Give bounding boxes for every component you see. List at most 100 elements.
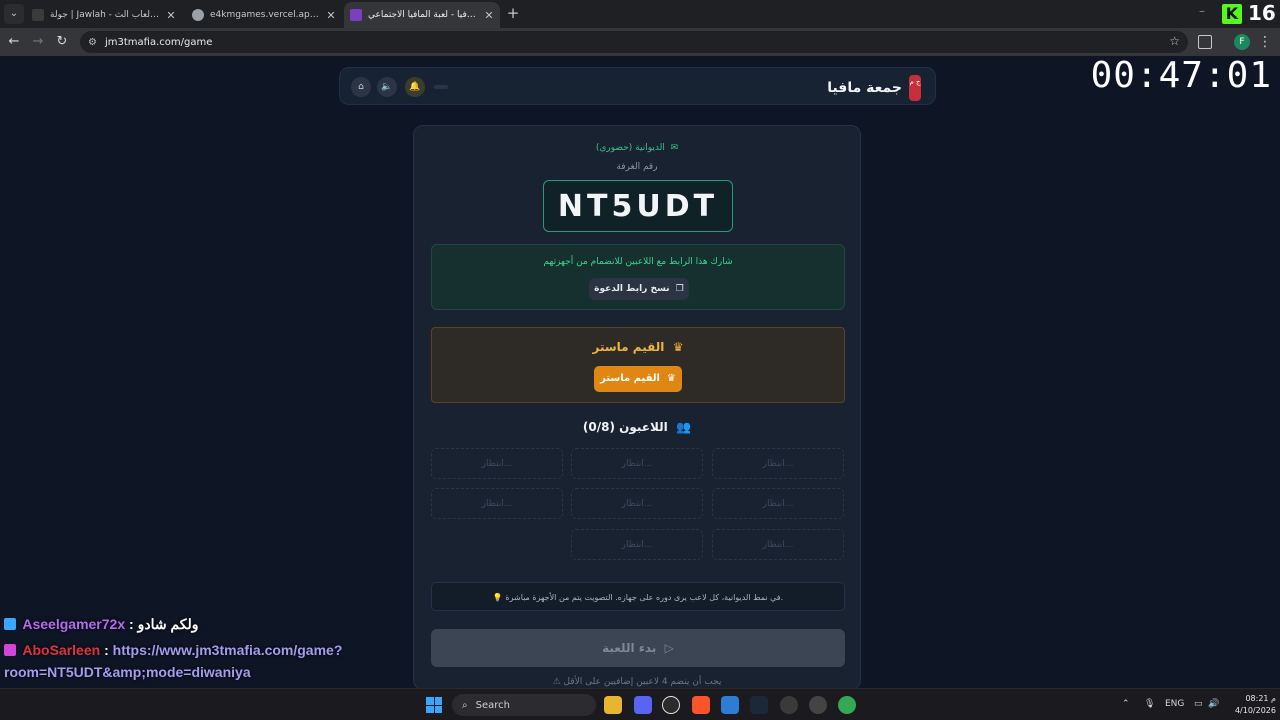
steam-icon[interactable] bbox=[750, 696, 768, 714]
chat-text: ولكم شادو bbox=[137, 616, 199, 632]
chat-sep: : bbox=[125, 616, 138, 632]
room-card: الديوانية (حضوري) ✉ رقم الغرفة NT5UDT شا… bbox=[413, 125, 861, 690]
crown-icon: ♛ bbox=[668, 340, 684, 354]
brand[interactable]: جمعة مافيا ج م bbox=[827, 75, 921, 101]
start-button-label: بدء اللعبة bbox=[602, 641, 657, 655]
crown-icon: ♛ bbox=[663, 373, 676, 384]
browser-tab-e4kmgames[interactable]: e4kmgames.vercel.app/games/ ✕ bbox=[186, 2, 342, 28]
tab-title: جمعة مافيا - لعبة المافيا الاجتماعي bbox=[368, 10, 478, 20]
chrome-icon[interactable] bbox=[838, 696, 856, 714]
chat-link[interactable]: room=NT5UDT&amp;mode=diwaniya bbox=[4, 664, 251, 680]
header-indicator bbox=[434, 85, 448, 89]
bell-icon[interactable]: 🔔 bbox=[405, 77, 425, 97]
browser-toolbar: ← → ↻ ⚙ jm3tmafia.com/game ☆ F ⋮ bbox=[0, 28, 1280, 56]
jawlah-favicon-icon bbox=[32, 9, 44, 21]
min-players-warning: ⚠ يجب أن ينضم 4 لاعبين إضافيين على الأقل bbox=[552, 677, 722, 687]
profile-avatar[interactable]: F bbox=[1234, 34, 1250, 50]
chat-message: AboSarleen : https://www.jm3tmafia.com/g… bbox=[4, 642, 342, 658]
game-master-box: القيم ماستر ♛ القيم ماستر ♛ bbox=[431, 327, 845, 403]
search-icon: ⌕ bbox=[462, 699, 468, 711]
chat-username: Aseelgamer72x bbox=[22, 616, 126, 632]
mode-tip: 💡 في نمط الديوانية، كل لاعب يرى دوره على… bbox=[431, 582, 845, 611]
clock-date: 4/10/2026 bbox=[1234, 706, 1276, 715]
app-icon[interactable] bbox=[809, 696, 827, 714]
stream-timer: 00:47:01 bbox=[1090, 55, 1272, 96]
player-slot: انتظار... bbox=[571, 488, 703, 519]
browser-tab-mafia[interactable]: جمعة مافيا - لعبة المافيا الاجتماعي ✕ bbox=[344, 2, 500, 28]
obs-icon[interactable] bbox=[662, 696, 680, 714]
kick-logo: K bbox=[1222, 4, 1242, 24]
new-tab-button[interactable]: + bbox=[504, 4, 522, 22]
reload-icon[interactable]: ↻ bbox=[52, 32, 72, 52]
address-bar[interactable]: ⚙ jm3tmafia.com/game ☆ bbox=[80, 31, 1188, 53]
gm-button-label: القيم ماستر bbox=[600, 373, 660, 384]
copy-invite-button[interactable]: نسخ رابط الدعوة ❐ bbox=[589, 278, 689, 300]
player-slot: انتظار... bbox=[712, 529, 844, 560]
volume-icon[interactable]: 🔊 bbox=[1208, 699, 1219, 709]
share-text: شارك هذا الرابط مع اللاعبين للانضمام من … bbox=[543, 257, 733, 267]
room-label: رقم الغرفة bbox=[616, 162, 658, 172]
gm-title-text: القيم ماستر bbox=[592, 340, 665, 354]
mode-label: الديوانية (حضوري) ✉ bbox=[414, 143, 860, 153]
game-master-title: القيم ماستر ♛ bbox=[432, 340, 844, 354]
player-slot: انتظار... bbox=[571, 448, 703, 479]
more-menu-icon[interactable]: ⋮ bbox=[1258, 33, 1272, 51]
tab-search-button[interactable]: ⌄ bbox=[4, 4, 24, 24]
chat-username: AboSarleen bbox=[22, 642, 101, 658]
windows-start-icon[interactable] bbox=[426, 697, 442, 713]
settings-icon[interactable] bbox=[780, 696, 798, 714]
taskbar-search[interactable]: ⌕ Search bbox=[452, 694, 596, 716]
close-icon[interactable]: ✕ bbox=[166, 9, 176, 22]
brand-name: جمعة مافيا bbox=[827, 80, 902, 96]
users-icon: 👥 bbox=[671, 420, 692, 434]
chat-link[interactable]: https://www.jm3tmafia.com/game? bbox=[113, 642, 343, 658]
language-indicator[interactable]: ENG bbox=[1165, 699, 1184, 709]
browser-tab-jawlah[interactable]: جولة | Jawlah - منصة الألعاب الث ✕ bbox=[26, 2, 182, 28]
copy-button-label: نسخ رابط الدعوة bbox=[594, 284, 670, 294]
windows-taskbar: ⌕ Search ⌃ 🎙 ENG ▭ 🔊 08:21 م 4/10/2026 bbox=[0, 688, 1280, 720]
file-explorer-icon[interactable] bbox=[604, 696, 622, 714]
url-text: jm3tmafia.com/game bbox=[104, 36, 213, 48]
viewer-count: 16 bbox=[1248, 1, 1276, 25]
home-icon[interactable]: ⌂ bbox=[351, 77, 371, 97]
tab-title: جولة | Jawlah - منصة الألعاب الث bbox=[50, 10, 160, 20]
chat-message-continued: room=NT5UDT&amp;mode=diwaniya bbox=[4, 664, 251, 680]
microphone-badge-icon bbox=[4, 644, 16, 656]
start-game-button[interactable]: بدء اللعبة ▷ bbox=[431, 629, 845, 667]
microphone-icon[interactable]: 🎙 bbox=[1144, 699, 1155, 709]
chat-badge-icon bbox=[4, 618, 16, 630]
tray-chevron-icon[interactable]: ⌃ bbox=[1122, 699, 1130, 709]
player-slot: انتظار... bbox=[712, 488, 844, 519]
discord-icon[interactable] bbox=[634, 696, 652, 714]
brave-icon[interactable] bbox=[692, 696, 710, 714]
site-info-icon[interactable]: ⚙ bbox=[88, 37, 97, 48]
close-icon[interactable]: ✕ bbox=[484, 9, 494, 22]
mafia-favicon-icon bbox=[350, 9, 362, 21]
back-arrow-icon[interactable]: ← bbox=[4, 32, 24, 52]
app-icon[interactable] bbox=[721, 696, 739, 714]
extensions-icon[interactable] bbox=[1198, 35, 1212, 49]
share-box: شارك هذا الرابط مع اللاعبين للانضمام من … bbox=[431, 244, 845, 310]
sound-icon[interactable]: 🔈 bbox=[377, 77, 397, 97]
play-icon: ▷ bbox=[660, 641, 674, 655]
copy-icon: ❐ bbox=[672, 284, 684, 294]
minimize-icon[interactable]: – bbox=[1196, 5, 1208, 18]
mode-text: الديوانية (حضوري) bbox=[595, 143, 665, 153]
room-code: NT5UDT bbox=[543, 180, 733, 232]
game-master-button[interactable]: القيم ماستر ♛ bbox=[594, 366, 682, 392]
players-title-text: اللاعبون (0/8) bbox=[582, 420, 668, 434]
players-title: اللاعبون (0/8) 👥 bbox=[414, 420, 860, 434]
network-icon[interactable]: ▭ bbox=[1194, 699, 1203, 709]
search-label: Search bbox=[475, 699, 510, 711]
chat-message: Aseelgamer72x : ولكم شادو bbox=[4, 616, 199, 633]
clock[interactable]: 08:21 م 4/10/2026 bbox=[1222, 693, 1276, 717]
inbox-icon: ✉ bbox=[667, 143, 679, 153]
bookmark-star-icon[interactable]: ☆ bbox=[1169, 34, 1180, 48]
browser-tab-bar: ⌄ جولة | Jawlah - منصة الألعاب الث ✕ e4k… bbox=[0, 0, 1280, 28]
game-header: ⌂ 🔈 🔔 جمعة مافيا ج م bbox=[339, 67, 936, 105]
player-slot: انتظار... bbox=[431, 448, 563, 479]
forward-arrow-icon[interactable]: → bbox=[28, 32, 48, 52]
clock-time: 08:21 م bbox=[1245, 694, 1276, 703]
close-icon[interactable]: ✕ bbox=[326, 9, 336, 22]
player-slot: انتظار... bbox=[431, 488, 563, 519]
